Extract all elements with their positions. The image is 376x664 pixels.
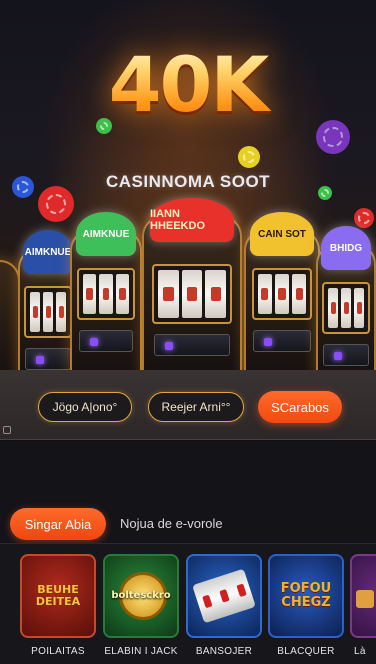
- game-thumbnail: [186, 554, 262, 638]
- corner-icon: [3, 426, 11, 434]
- game-title: Là: [354, 646, 366, 657]
- machine-reels: [77, 268, 135, 320]
- game-thumbnail: boltesckro: [103, 554, 179, 638]
- game-card[interactable]: BANSOJER: [186, 554, 262, 657]
- game-thumbnail-text: boltesckro: [111, 589, 171, 601]
- game-thumbnail: FOFOU CHEGZ: [268, 554, 344, 638]
- game-thumbnail-text: BEUHE DEITEA: [35, 583, 81, 608]
- spacer: [0, 441, 376, 501]
- slot-machines-illustration: AIMKNUE AIMKNUE IIANN HHEEKDO CAIN SOT B…: [0, 198, 376, 370]
- slot-machine: CAIN SOT: [244, 212, 320, 370]
- machine-marquee: CAIN SOT: [250, 212, 314, 256]
- machine-marquee: AIMKNUE: [22, 230, 74, 274]
- game-title: BANSOJER: [195, 646, 253, 657]
- machine-panel: [253, 330, 311, 352]
- marquee-text: AIMKNUE: [82, 228, 130, 240]
- tab-active[interactable]: Singar Abia: [10, 508, 106, 540]
- primary-button[interactable]: SCarabos: [258, 391, 342, 423]
- demo-button-label: Reejer Arni°°: [161, 400, 231, 414]
- game-card[interactable]: BEUHE DEITEA POILAITAS: [20, 554, 96, 657]
- primary-button-label: SCarabos: [271, 399, 329, 415]
- game-thumbnail-text: FOFOU CHEGZ: [280, 581, 332, 610]
- play-button[interactable]: Jögo A|ono°: [38, 392, 132, 422]
- machine-reels: [251, 268, 313, 320]
- game-art-icon: [356, 590, 374, 608]
- game-title: ELABIN I JACK: [104, 646, 178, 657]
- hero-banner: 40K CASINNOMA SOOT AIMKNUE AIMKNUE IIANN…: [0, 0, 376, 370]
- marquee-text: IIANN HHEEKDO: [150, 208, 206, 232]
- machine-reels: [24, 286, 72, 338]
- machine-panel: [323, 344, 369, 366]
- game-card[interactable]: boltesckro ELABIN I JACK: [103, 554, 179, 657]
- machine-panel: [25, 348, 71, 370]
- machine-reels: [322, 282, 370, 334]
- tab-inactive[interactable]: Nojua de e-vorole: [120, 516, 223, 531]
- game-card[interactable]: Là: [350, 554, 376, 657]
- game-thumbnail: BEUHE DEITEA: [20, 554, 96, 638]
- hero-subtitle: CASINNOMA SOOT: [105, 172, 271, 191]
- hero-headline: 40K: [0, 40, 376, 129]
- marquee-text: BHIDG: [329, 242, 363, 254]
- chip-decoration: [238, 146, 260, 168]
- tab-active-label: Singar Abia: [24, 516, 92, 532]
- machine-panel: [78, 330, 134, 352]
- slot-machine: BHIDG: [316, 226, 376, 370]
- action-bar: Jögo A|ono° Reejer Arni°° SCarabos: [0, 370, 376, 440]
- games-strip: BEUHE DEITEA POILAITAS boltesckro ELABIN…: [0, 543, 376, 664]
- machine-marquee: AIMKNUE: [75, 212, 137, 256]
- demo-button[interactable]: Reejer Arni°°: [148, 392, 244, 422]
- machine-reels: [152, 264, 232, 324]
- category-tabs: Singar Abia Nojua de e-vorole: [0, 501, 376, 543]
- play-button-label: Jögo A|ono°: [52, 400, 118, 414]
- marquee-text: AIMKNUE: [24, 246, 72, 258]
- machine-marquee: BHIDG: [320, 226, 372, 270]
- marquee-text: CAIN SOT: [258, 228, 306, 240]
- slot-machine: IIANN HHEEKDO: [142, 198, 242, 370]
- reels-icon: [192, 568, 256, 624]
- slot-machine: AIMKNUE: [70, 212, 142, 370]
- game-thumbnail: [350, 554, 376, 638]
- machine-marquee: IIANN HHEEKDO: [150, 198, 234, 242]
- game-title: POILAITAS: [31, 646, 85, 657]
- game-title: BLACQUER: [277, 646, 335, 657]
- machine-panel: [154, 334, 230, 356]
- slot-machine: AIMKNUE: [18, 230, 78, 370]
- slot-machine: [0, 260, 20, 370]
- game-card[interactable]: FOFOU CHEGZ BLACQUER: [268, 554, 344, 657]
